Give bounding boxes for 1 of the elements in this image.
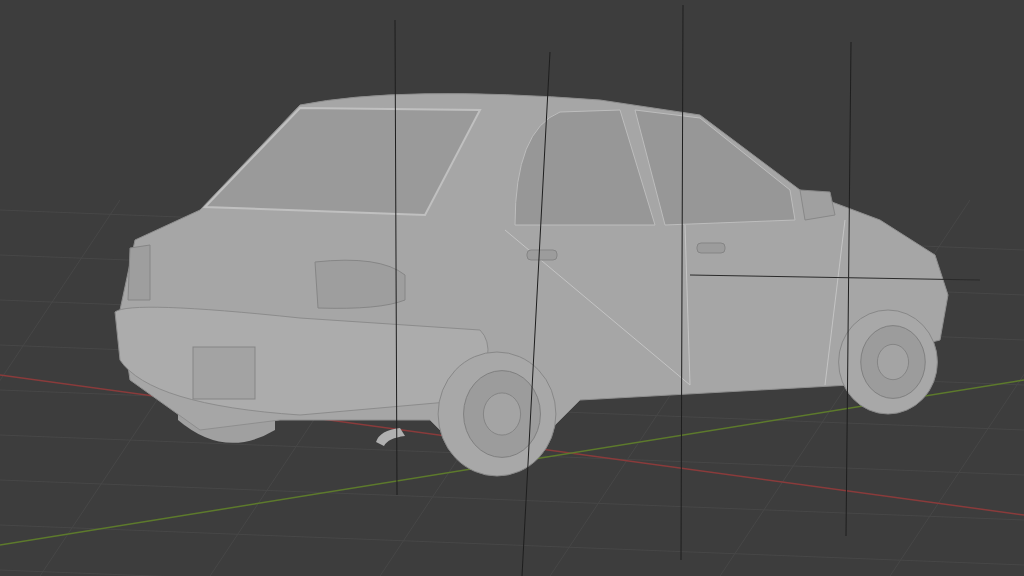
car-model-drawing[interactable] xyxy=(114,93,949,477)
